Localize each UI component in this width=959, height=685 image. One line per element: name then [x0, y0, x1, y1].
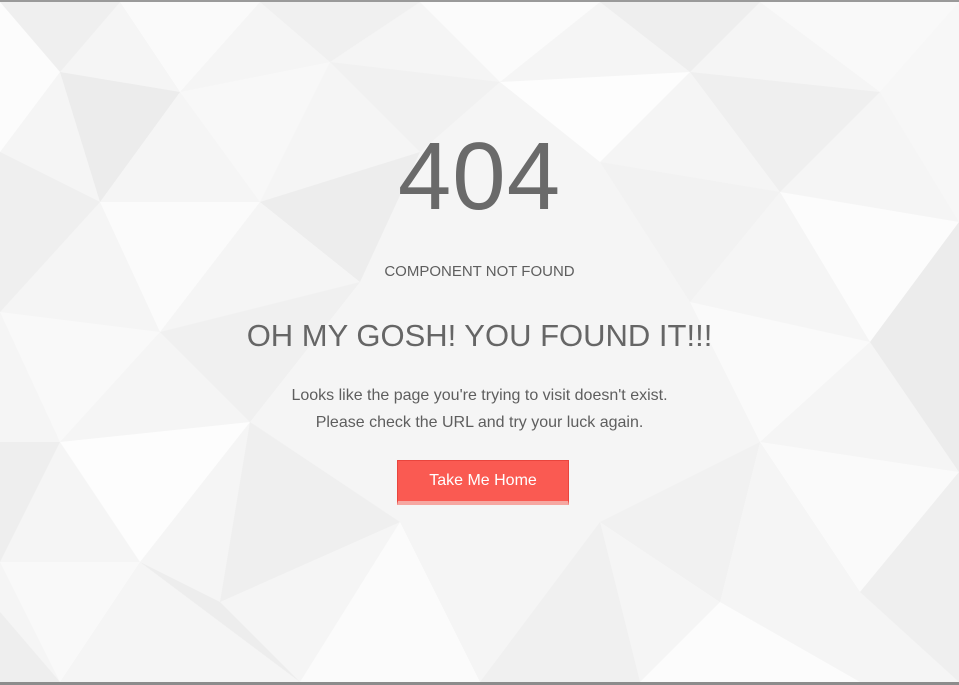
error-code: 404: [397, 123, 562, 230]
error-subtitle: COMPONENT NOT FOUND: [384, 263, 575, 280]
error-headline: OH MY GOSH! YOU FOUND IT!!!: [246, 318, 713, 353]
error-page: 404 COMPONENT NOT FOUND OH MY GOSH! YOU …: [0, 0, 959, 685]
error-content: 404 COMPONENT NOT FOUND OH MY GOSH! YOU …: [0, 2, 959, 682]
error-message-line-1: Looks like the page you're trying to vis…: [291, 387, 668, 404]
take-me-home-button[interactable]: Take Me Home: [397, 460, 569, 505]
error-message-line-2: Please check the URL and try your luck a…: [315, 414, 644, 431]
error-message: Looks like the page you're trying to vis…: [0, 382, 959, 436]
